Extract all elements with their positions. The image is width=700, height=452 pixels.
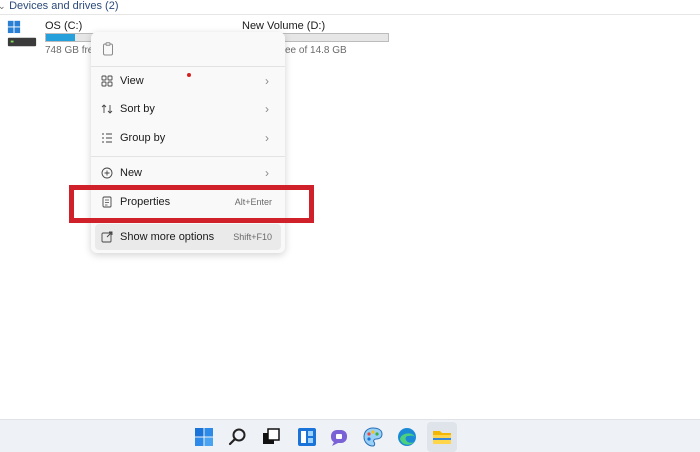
chevron-down-icon[interactable]: ⌄ bbox=[0, 0, 6, 12]
submenu-arrow-icon: › bbox=[265, 102, 269, 116]
widgets-icon[interactable] bbox=[296, 426, 318, 448]
start-icon[interactable] bbox=[193, 426, 215, 448]
taskbar bbox=[0, 419, 700, 452]
menu-item-group-by[interactable]: Group by › bbox=[95, 125, 281, 151]
menu-item-label: Show more options bbox=[120, 231, 215, 243]
sort-icon bbox=[101, 104, 113, 114]
cursor-dot bbox=[187, 73, 191, 77]
menu-separator bbox=[91, 156, 285, 157]
group-icon bbox=[102, 133, 112, 143]
paint-icon[interactable] bbox=[362, 426, 384, 448]
menu-separator bbox=[91, 66, 285, 67]
clipboard-icon[interactable] bbox=[102, 42, 115, 56]
submenu-arrow-icon: › bbox=[265, 74, 269, 88]
search-icon[interactable] bbox=[227, 426, 249, 448]
submenu-arrow-icon: › bbox=[265, 131, 269, 145]
plus-circle-icon bbox=[101, 167, 113, 179]
context-menu-quick-actions bbox=[91, 32, 285, 65]
menu-item-label: View bbox=[120, 75, 144, 87]
grid-icon bbox=[101, 75, 113, 87]
chat-icon[interactable] bbox=[328, 426, 350, 448]
drive-name: OS (C:) bbox=[45, 20, 83, 32]
file-explorer-icon[interactable] bbox=[431, 426, 453, 448]
menu-item-label: Group by bbox=[120, 132, 166, 144]
drive-free-space: ee of 14.8 GB bbox=[285, 45, 347, 56]
annotation-highlight-box bbox=[69, 185, 314, 223]
menu-item-label: New bbox=[120, 167, 143, 179]
menu-item-label: Sort by bbox=[120, 103, 155, 115]
drive-usage-fill bbox=[46, 34, 75, 41]
menu-item-sort-by[interactable]: Sort by › bbox=[95, 96, 281, 122]
open-external-icon bbox=[101, 231, 113, 243]
menu-item-view[interactable]: View › bbox=[95, 68, 281, 94]
submenu-arrow-icon: › bbox=[265, 166, 269, 180]
windows-drive-icon bbox=[7, 20, 37, 47]
section-header-devices[interactable]: ⌄ Devices and drives (2) bbox=[0, 0, 700, 15]
menu-item-show-more-options[interactable]: Show more options Shift+F10 bbox=[95, 224, 281, 250]
section-header-label: Devices and drives (2) bbox=[9, 0, 119, 12]
drive-name: New Volume (D:) bbox=[242, 20, 326, 32]
edge-icon[interactable] bbox=[396, 426, 418, 448]
menu-item-new[interactable]: New › bbox=[95, 160, 281, 186]
menu-item-shortcut: Shift+F10 bbox=[233, 232, 272, 242]
task-view-icon[interactable] bbox=[260, 426, 282, 448]
